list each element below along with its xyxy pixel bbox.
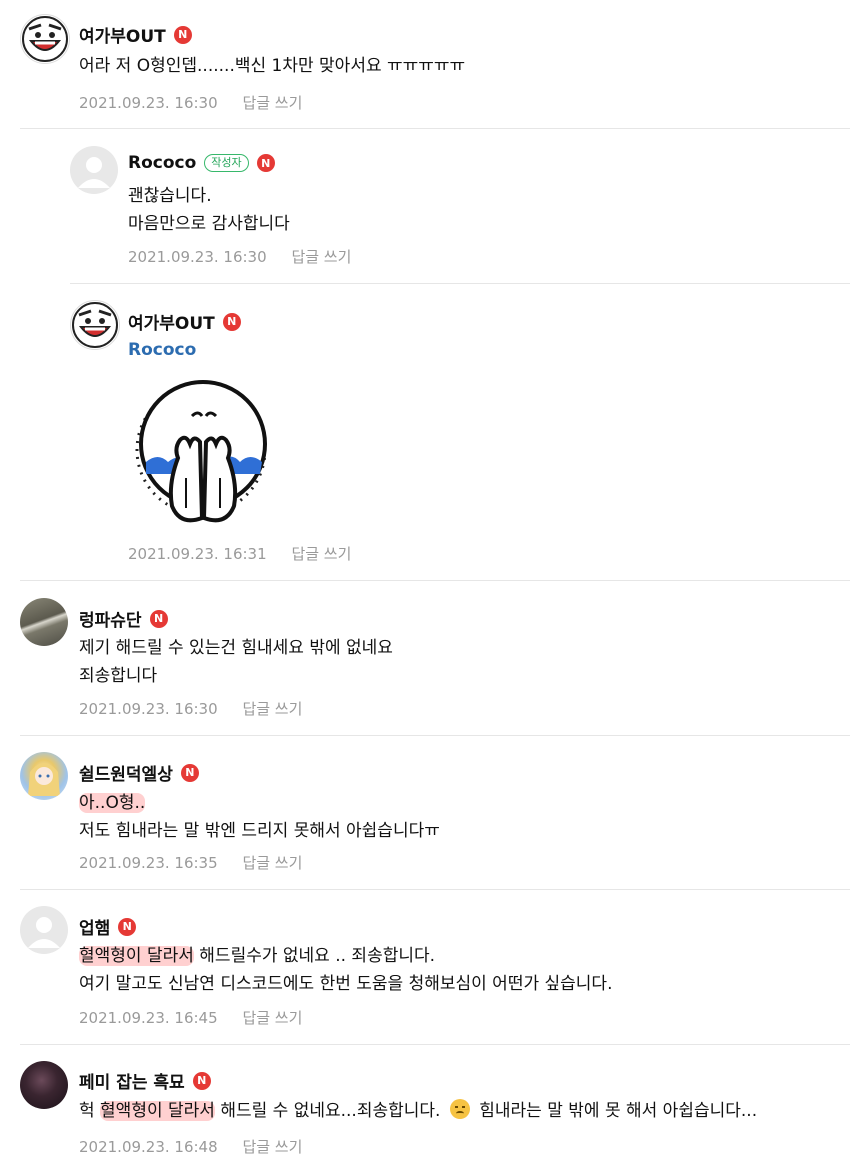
cartoon-face-icon bbox=[72, 302, 118, 348]
reply-button[interactable]: 답글 쓰기 bbox=[242, 1009, 302, 1027]
new-badge-icon: N bbox=[149, 609, 168, 628]
comment-meta: 2021.09.23. 16:31 답글 쓰기 bbox=[128, 543, 351, 564]
new-badge-icon: N bbox=[180, 763, 199, 782]
author-badge: 작성자 bbox=[204, 154, 249, 172]
comment-text: 어라 저 O형인뎁.......백신 1차만 맞아서요 ㅠㅠㅠㅠㅠ bbox=[79, 56, 466, 76]
avatar[interactable] bbox=[20, 1061, 68, 1109]
divider bbox=[20, 1044, 850, 1045]
reply-button[interactable]: 답글 쓰기 bbox=[291, 545, 351, 563]
reply-button[interactable]: 답글 쓰기 bbox=[242, 700, 302, 718]
comment-date: 2021.09.23. 16:45 bbox=[79, 1009, 218, 1027]
comment-text: 제기 해드릴 수 있는건 힘내세요 밖에 없네요 죄송합니다 bbox=[79, 638, 393, 686]
comment-date: 2021.09.23. 16:48 bbox=[79, 1138, 218, 1156]
comment-date: 2021.09.23. 16:31 bbox=[128, 545, 267, 563]
divider bbox=[20, 128, 850, 129]
nickname[interactable]: 여가부OUT N bbox=[79, 22, 192, 47]
nickname[interactable]: Rococo 작성자 N bbox=[128, 153, 275, 173]
divider bbox=[20, 580, 850, 581]
avatar[interactable] bbox=[20, 14, 70, 64]
comment-meta: 2021.09.23. 16:45 답글 쓰기 bbox=[79, 1007, 302, 1028]
comment-text: 괜찮습니다. 마음만으로 감사합니다 bbox=[128, 186, 290, 234]
comment-meta: 2021.09.23. 16:30 답글 쓰기 bbox=[79, 698, 302, 719]
comment-meta: 2021.09.23. 16:48 답글 쓰기 bbox=[79, 1136, 302, 1157]
default-user-icon bbox=[20, 906, 68, 954]
mention-link[interactable]: Rococo bbox=[128, 340, 196, 360]
anime-avatar bbox=[28, 763, 60, 796]
highlight-mark: 혈액형이 달라서 bbox=[79, 946, 194, 966]
divider bbox=[20, 735, 850, 736]
comment-text: 혈액형이 달라서 해드릴수가 없네요 .. 죄송합니다. 여기 말고도 신남연 … bbox=[79, 946, 613, 994]
comment-text: 헉 혈액형이 달라서 해드릴 수 없네요...죄송합니다. 힘내라는 말 밖에 … bbox=[79, 1099, 758, 1121]
comment-meta: 2021.09.23. 16:30 답글 쓰기 bbox=[79, 92, 302, 113]
cartoon-face-icon bbox=[22, 16, 68, 62]
highlight-mark: 혈액형이 달라서 bbox=[100, 1101, 215, 1121]
comment-text: 아..O형.. 저도 힘내라는 말 밖엔 드리지 못해서 아쉽습니다ㅠ bbox=[79, 793, 440, 841]
nickname[interactable]: 업햄 N bbox=[79, 914, 137, 939]
reply-button[interactable]: 답글 쓰기 bbox=[291, 248, 351, 266]
new-badge-icon: N bbox=[256, 154, 275, 172]
avatar[interactable] bbox=[20, 752, 68, 800]
new-badge-icon: N bbox=[118, 917, 137, 936]
crying-face-sticker bbox=[128, 378, 278, 542]
default-user-icon bbox=[70, 146, 118, 194]
nickname[interactable]: 페미 잡는 흑묘 N bbox=[79, 1068, 211, 1093]
comment-date: 2021.09.23. 16:30 bbox=[79, 94, 218, 112]
photo-avatar bbox=[20, 598, 68, 646]
dark-photo-avatar bbox=[20, 1061, 68, 1109]
new-badge-icon: N bbox=[192, 1071, 211, 1090]
reply-button[interactable]: 답글 쓰기 bbox=[242, 94, 302, 112]
nickname[interactable]: 렁파슈단 N bbox=[79, 606, 168, 631]
reply-button[interactable]: 답글 쓰기 bbox=[242, 1138, 302, 1156]
comment-date: 2021.09.23. 16:35 bbox=[79, 854, 218, 872]
comment-date: 2021.09.23. 16:30 bbox=[128, 248, 267, 266]
nickname[interactable]: 여가부OUT N bbox=[128, 309, 241, 334]
divider bbox=[20, 889, 850, 890]
avatar[interactable] bbox=[70, 146, 118, 194]
reply-button[interactable]: 답글 쓰기 bbox=[242, 854, 302, 872]
avatar[interactable] bbox=[20, 906, 68, 954]
new-badge-icon: N bbox=[173, 25, 192, 44]
nickname[interactable]: 쉴드원덕엘상 N bbox=[79, 760, 199, 785]
new-badge-icon: N bbox=[222, 312, 241, 331]
comment-date: 2021.09.23. 16:30 bbox=[79, 700, 218, 718]
divider bbox=[70, 283, 850, 284]
highlight-mark: 아..O형.. bbox=[79, 793, 146, 813]
avatar[interactable] bbox=[20, 598, 68, 646]
comment-meta: 2021.09.23. 16:35 답글 쓰기 bbox=[79, 852, 302, 873]
avatar[interactable] bbox=[70, 300, 120, 350]
comment-meta: 2021.09.23. 16:30 답글 쓰기 bbox=[128, 246, 351, 267]
sad-face-icon bbox=[449, 1099, 470, 1119]
